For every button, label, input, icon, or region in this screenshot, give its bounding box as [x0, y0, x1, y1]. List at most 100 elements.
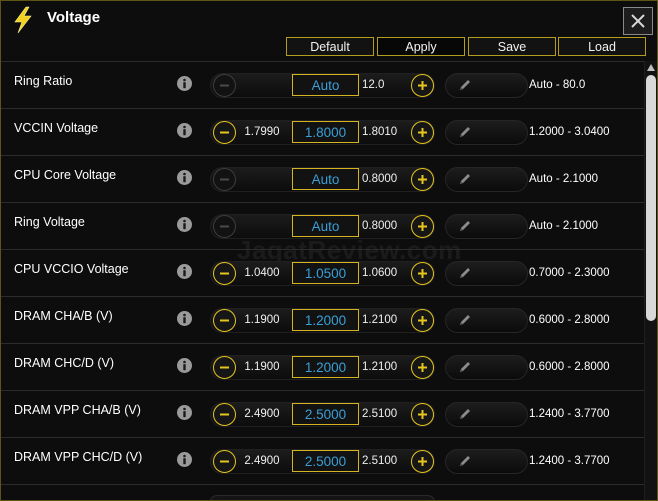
info-icon[interactable] [177, 358, 192, 373]
pencil-icon[interactable] [457, 313, 472, 328]
allowed-range: 0.7000 - 2.3000 [529, 267, 610, 279]
upper-step-value: 1.0600 [362, 267, 398, 279]
plus-icon [418, 269, 427, 278]
pencil-icon[interactable] [457, 360, 472, 375]
allowed-range: 0.6000 - 2.8000 [529, 314, 610, 326]
decrease-button[interactable] [213, 356, 236, 379]
decrease-button[interactable] [213, 215, 236, 238]
info-icon[interactable] [177, 123, 192, 138]
lightning-bolt-icon [14, 6, 32, 34]
pencil-icon[interactable] [457, 172, 472, 187]
upper-step-value: 1.2100 [362, 361, 398, 373]
current-value-field[interactable]: Auto [292, 168, 359, 190]
info-icon[interactable] [177, 264, 192, 279]
save-button[interactable]: Save [468, 37, 556, 56]
close-button[interactable] [623, 7, 653, 35]
setting-row: Ring Ratio Auto 12.0 Auto - 80.0 [1, 62, 645, 109]
current-value-field[interactable]: 1.2000 [292, 309, 359, 331]
setting-row: DRAM CHA/B (V) 1.1900 1.2000 1.2100 0.60… [1, 297, 645, 344]
increase-button[interactable] [411, 121, 434, 144]
current-value-field[interactable]: Auto [292, 74, 359, 96]
upper-step-value: 2.5100 [362, 455, 398, 467]
setting-row: DRAM VPP CHC/D (V) 2.4900 2.5000 2.5100 … [1, 438, 645, 485]
pencil-icon[interactable] [457, 219, 472, 234]
setting-label: DRAM CHA/B (V) [14, 309, 113, 323]
setting-row: VCCIN Voltage 1.7990 1.8000 1.8010 1.200… [1, 109, 645, 156]
decrease-button[interactable] [213, 450, 236, 473]
plus-icon [418, 222, 427, 231]
setting-label: DRAM CHC/D (V) [14, 356, 114, 370]
info-icon[interactable] [177, 452, 192, 467]
window-title: Voltage [47, 9, 101, 26]
default-button[interactable]: Default [286, 37, 374, 56]
pencil-icon[interactable] [457, 266, 472, 281]
current-value-field[interactable]: 1.2000 [292, 356, 359, 378]
decrease-button[interactable] [213, 262, 236, 285]
current-value-field[interactable]: 2.5000 [292, 403, 359, 425]
lower-step-value: 1.1900 [244, 314, 280, 326]
current-value-field[interactable]: 2.5000 [292, 450, 359, 472]
minus-icon [220, 319, 229, 322]
scrollbar-thumb[interactable] [646, 75, 656, 321]
info-icon[interactable] [177, 311, 192, 326]
decrease-button[interactable] [213, 121, 236, 144]
plus-icon [418, 410, 427, 419]
current-value-field[interactable]: 1.0500 [292, 262, 359, 284]
upper-step-value: 0.8000 [362, 173, 398, 185]
upper-step-value: 2.5100 [362, 408, 398, 420]
allowed-range: Auto - 80.0 [529, 79, 586, 91]
minus-icon [220, 413, 229, 416]
apply-button[interactable]: Apply [377, 37, 465, 56]
setting-label: CPU VCCIO Voltage [14, 262, 129, 276]
increase-button[interactable] [411, 356, 434, 379]
pencil-icon[interactable] [457, 407, 472, 422]
setting-label: VCCIN Voltage [14, 121, 99, 135]
decrease-button[interactable] [213, 74, 236, 97]
allowed-range: 0.6000 - 2.8000 [529, 361, 610, 373]
setting-label: CPU Core Voltage [14, 168, 117, 182]
plus-icon [418, 316, 427, 325]
pencil-icon[interactable] [457, 454, 472, 469]
decrease-button[interactable] [213, 403, 236, 426]
current-value-field[interactable]: 1.8000 [292, 121, 359, 143]
lower-step-value: 2.4900 [244, 408, 280, 420]
minus-icon [220, 460, 229, 463]
setting-label: Ring Voltage [14, 215, 85, 229]
pencil-icon[interactable] [457, 78, 472, 93]
increase-button[interactable] [411, 168, 434, 191]
load-button[interactable]: Load [558, 37, 646, 56]
upper-step-value: 1.8010 [362, 126, 398, 138]
scroll-up-arrow-icon[interactable] [646, 63, 656, 72]
minus-icon [220, 225, 229, 228]
setting-row: Ring Voltage Auto 0.8000 Auto - 2.1000 [1, 203, 645, 250]
info-icon[interactable] [177, 170, 192, 185]
lower-step-value: 1.7990 [244, 126, 280, 138]
increase-button[interactable] [411, 215, 434, 238]
decrease-button[interactable] [213, 309, 236, 332]
plus-icon [418, 128, 427, 137]
increase-button[interactable] [411, 74, 434, 97]
info-icon[interactable] [177, 217, 192, 232]
info-icon[interactable] [177, 76, 192, 91]
pencil-icon[interactable] [457, 125, 472, 140]
info-icon[interactable] [177, 405, 192, 420]
allowed-range: Auto - 2.1000 [529, 220, 599, 232]
upper-step-value: 1.2100 [362, 314, 398, 326]
setting-row: CPU Core Voltage Auto 0.8000 Auto - 2.10… [1, 156, 645, 203]
minus-icon [220, 131, 229, 134]
increase-button[interactable] [411, 403, 434, 426]
decrease-button[interactable] [213, 168, 236, 191]
minus-icon [220, 84, 229, 87]
upper-step-value: 12.0 [362, 79, 385, 91]
upper-step-value: 0.8000 [362, 220, 398, 232]
plus-icon [418, 175, 427, 184]
allowed-range: Auto - 2.1000 [529, 173, 599, 185]
increase-button[interactable] [411, 262, 434, 285]
increase-button[interactable] [411, 450, 434, 473]
allowed-range: 1.2400 - 3.7700 [529, 408, 610, 420]
increase-button[interactable] [411, 309, 434, 332]
lower-step-value: 1.1900 [244, 361, 280, 373]
current-value-field[interactable]: Auto [292, 215, 359, 237]
minus-icon [220, 178, 229, 181]
close-icon [631, 14, 645, 28]
